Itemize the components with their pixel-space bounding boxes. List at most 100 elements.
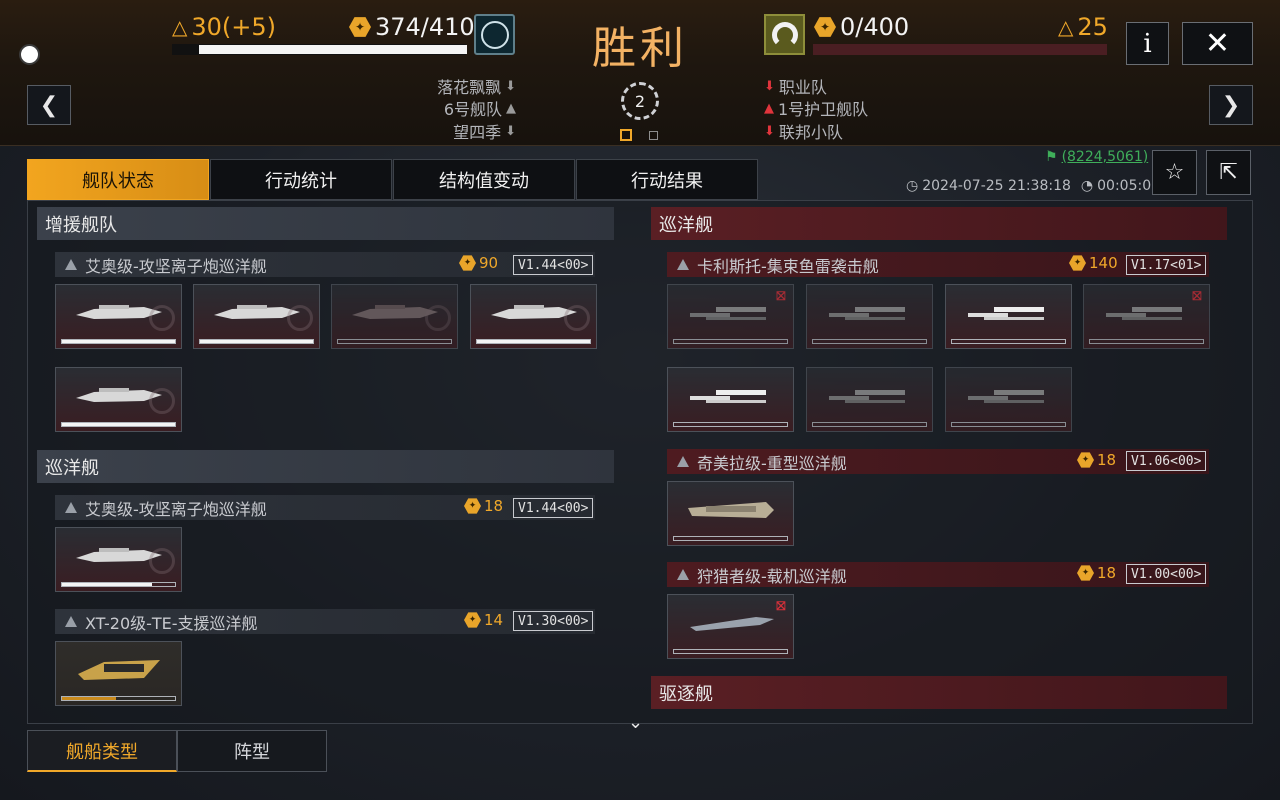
hp-bar [673,649,788,654]
right-faction-emblem [764,14,805,55]
tab-action-result[interactable]: 行动结果 [576,159,758,200]
enemy-ship-card[interactable]: ⛝ [1083,284,1210,349]
right-rank: △ 25 [1058,13,1108,41]
ship-version: V1.30<00> [513,611,594,631]
hp-fill [62,340,175,343]
points-icon: ✦ [1069,255,1086,271]
ship-card[interactable] [55,641,182,706]
support-cruiser-icon [78,660,160,680]
ship-card[interactable] [193,284,320,349]
enemy-ship-card[interactable] [945,367,1072,432]
hp-fill [62,697,117,700]
tab-fleet-status[interactable]: 舰队状态 [27,159,209,200]
team-rank-icon: ⬇ [505,78,516,94]
ship-card[interactable] [55,284,182,349]
team-rank-icon: ⬇ [505,123,516,139]
right-team-3: ⬇ 联邦小队 [764,123,843,142]
star-icon: ☆ [1164,160,1185,185]
ship-version: V1.44<00> [513,498,594,518]
share-button[interactable]: ⇱ [1206,150,1251,195]
ship-card[interactable] [331,284,458,349]
enemy-ship-card[interactable]: ⛝ [667,284,794,349]
gear-icon [149,388,175,414]
prev-battle-button[interactable]: ❮ [27,85,71,125]
enemy-ship-card[interactable] [667,481,794,546]
ship-points: ✦ 90 [459,254,498,272]
ship-version: V1.44<00> [513,255,594,275]
left-score-bar-fill [199,45,467,54]
left-rank: △ 30(+5) [172,13,277,41]
torpedo-ship-icon [829,307,905,320]
ship-class-icon [65,259,77,270]
left-team-2: 6号舰队 ▲ [443,100,516,119]
torpedo-ship-icon [690,390,766,403]
hp-fill [62,583,153,586]
enemy-ship-card[interactable] [806,284,933,349]
ship-points: ✦ 14 [464,611,503,629]
destroyed-icon: ⛝ [776,289,786,303]
round-dot-active [620,129,632,141]
hp-bar [61,696,176,701]
hp-bar [61,582,176,587]
points-icon: ✦ [1077,565,1094,581]
round-dot [649,131,658,140]
ship-card[interactable] [55,367,182,432]
gear-icon [564,305,590,331]
hp-bar [812,339,927,344]
tab-ship-type[interactable]: 舰船类型 [27,730,177,772]
points-icon: ✦ [464,612,481,628]
rank-icon: △ [1058,15,1074,39]
right-team-1: ⬇ 职业队 [764,78,827,97]
enemy-ship-card[interactable] [806,367,933,432]
ship-class-icon [677,569,689,580]
info-button[interactable]: i [1126,22,1169,65]
next-battle-button[interactable]: ❯ [1209,85,1253,125]
right-score-bar [813,44,1107,55]
gear-icon [425,305,451,331]
section-cruisers: 巡洋舰 [37,450,614,483]
tab-action-stats[interactable]: 行动统计 [210,159,392,200]
ship-version: V1.06<00> [1126,451,1207,471]
section-enemy-cruisers: 巡洋舰 [651,207,1227,240]
hp-bar [673,536,788,541]
share-icon: ⇱ [1219,160,1238,185]
hp-fill [200,340,313,343]
rank-icon: △ [172,15,188,39]
points-icon: ✦ [349,17,371,37]
team-rank-icon: ▲ [764,100,774,116]
info-icon: i [1143,28,1152,59]
favorite-button[interactable]: ☆ [1152,150,1197,195]
clock-icon: ◷ [906,178,919,194]
record-indicator [19,44,40,65]
ship-card[interactable] [55,527,182,592]
hp-bar [812,422,927,427]
enemy-ship-card[interactable] [667,367,794,432]
ship-class-icon [65,502,77,513]
close-icon: ✕ [1204,26,1231,61]
tab-formation[interactable]: 阵型 [177,730,327,772]
gear-icon [149,548,175,574]
left-team-1: 落花飘飘 ⬇ [437,78,516,97]
hp-bar [199,339,314,344]
hp-bar [951,422,1066,427]
battle-timestamp: ◷ 2024-07-25 21:38:18 ◔ 00:05:02 [906,178,1161,194]
hp-bar [476,339,591,344]
tab-structure-change[interactable]: 结构值变动 [393,159,575,200]
enemy-ship-card[interactable] [945,284,1072,349]
timer-icon: ◔ [1080,178,1094,194]
heavy-cruiser-icon [688,502,774,518]
destroyed-icon: ⛝ [776,599,786,613]
destroyed-icon: ⛝ [1192,289,1202,303]
section-reinforcements: 增援舰队 [37,207,614,240]
coordinates-link[interactable]: ⚑ (8224,5061) [1045,149,1148,165]
hp-fill [477,340,590,343]
ship-points: ✦ 140 [1069,254,1118,272]
ship-version: V1.17<01> [1126,255,1207,275]
chevron-right-icon: ❯ [1221,92,1241,118]
scroll-down-icon[interactable]: ⌄ [628,712,643,733]
close-button[interactable]: ✕ [1182,22,1253,65]
team-rank-icon: ▲ [506,100,516,116]
enemy-ship-card[interactable]: ⛝ [667,594,794,659]
ship-card[interactable] [470,284,597,349]
ship-class-icon [677,456,689,467]
